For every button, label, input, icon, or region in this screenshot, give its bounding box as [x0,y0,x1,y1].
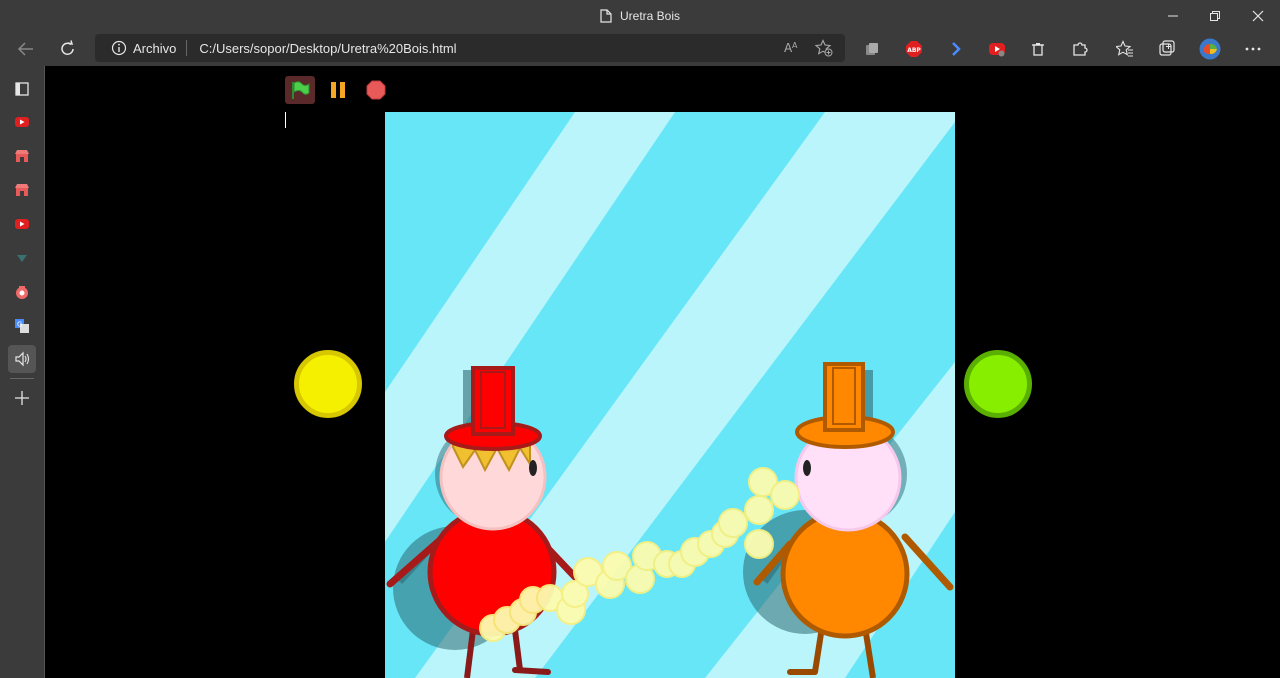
favorites-button[interactable] [1110,34,1140,64]
left-player-hat-top [471,366,515,436]
adblock-plus-button[interactable]: ABP [899,34,929,64]
sidebar-item-youtube-2[interactable] [8,210,36,238]
browser-sidebar: G [0,66,45,678]
sidebar-divider [10,378,34,379]
shield-icon [17,255,27,262]
info-icon [111,40,127,56]
refresh-button[interactable] [53,34,83,64]
stream-bubble [770,480,800,510]
collections-button[interactable] [1152,34,1182,64]
adblock-plus-icon: ABP [906,41,922,57]
pause-icon [331,82,345,98]
text-cursor [285,112,286,128]
youtube-icon [15,117,29,127]
window-title-text: Uretra Bois [619,9,681,23]
trash-ext-button[interactable] [1023,34,1053,64]
refresh-icon [61,40,74,55]
sidebar-item-store-1[interactable] [8,142,36,170]
minimize-icon [1168,15,1178,17]
add-favorite-icon[interactable] [814,39,833,60]
restore-button[interactable] [1192,0,1238,32]
speaker-icon [15,351,30,367]
right-player-eye [803,460,811,476]
pause-button[interactable] [323,76,353,104]
collections-icon [1159,40,1175,56]
youtube-icon [15,219,29,229]
right-player-hat-top [823,362,865,432]
site-info[interactable]: Archivo [111,40,176,56]
avatar-icon [1199,38,1221,60]
svg-text:G: G [17,321,22,329]
trash-icon [1032,43,1044,56]
terminal-ext-button[interactable] [941,34,971,64]
back-button[interactable] [11,34,41,64]
plus-icon [15,391,29,405]
sidebar-tab-actions[interactable] [8,75,36,103]
read-aloud-icon[interactable]: AA [783,39,801,60]
stop-button[interactable] [361,76,391,104]
favorites-star-icon [1116,40,1133,57]
translate-icon: G [15,319,29,333]
minimize-button[interactable] [1150,0,1196,32]
sidebar-item-tomato[interactable] [8,278,36,306]
close-icon [1252,10,1264,22]
title-bar: Uretra Bois [0,0,1280,32]
address-bar[interactable]: Archivo C:/Users/sopor/Desktop/Uretra%20… [95,34,845,62]
extensions-button[interactable] [1065,34,1095,64]
game-stage[interactable] [385,112,955,678]
chevron-right-icon [952,42,961,56]
stream-bubble [744,495,774,525]
stage-canvas [385,112,955,678]
site-scheme-label: Archivo [133,40,177,56]
sidebar-item-store-2[interactable] [8,176,36,204]
stream-bubble [718,508,748,538]
svg-text:ABP: ABP [907,47,921,54]
stream-bubble [744,529,774,559]
sidebar-item-translate[interactable]: G [8,312,36,340]
sidebar-item-shield[interactable] [8,244,36,272]
svg-text:A: A [792,41,798,50]
restore-icon [1210,11,1220,21]
right-player-button[interactable] [964,350,1032,418]
game-controls [285,76,391,104]
stop-icon [366,80,386,100]
sidebar-item-youtube-1[interactable] [8,108,36,136]
browser-toolbar: Archivo C:/Users/sopor/Desktop/Uretra%20… [0,32,1280,66]
document-icon [600,9,612,23]
sidebar-item-audio[interactable] [8,345,36,373]
youtube-ext-button[interactable] [982,34,1012,64]
green-flag-button[interactable] [285,76,315,104]
left-player-button[interactable] [294,350,362,418]
copy-stack-icon [866,43,878,55]
profile-button[interactable] [1195,34,1225,64]
store-icon [15,150,29,162]
youtube-icon [989,43,1005,57]
puzzle-icon [1073,42,1088,56]
green-flag-icon [292,81,310,99]
left-player-eye [529,460,537,476]
tab-actions-icon [15,82,29,96]
tomato-icon [16,286,28,299]
sidebar-add-button[interactable] [8,384,36,412]
more-menu-button[interactable] [1238,34,1268,64]
url-text[interactable]: C:/Users/sopor/Desktop/Uretra%20Bois.htm… [199,41,456,56]
window-title: Uretra Bois [0,0,1280,32]
back-arrow-icon [17,42,33,56]
store-icon [15,184,29,196]
collections-ext-button[interactable] [857,34,887,64]
ellipsis-icon [1245,47,1261,51]
address-separator [186,40,188,56]
close-button[interactable] [1235,0,1280,32]
